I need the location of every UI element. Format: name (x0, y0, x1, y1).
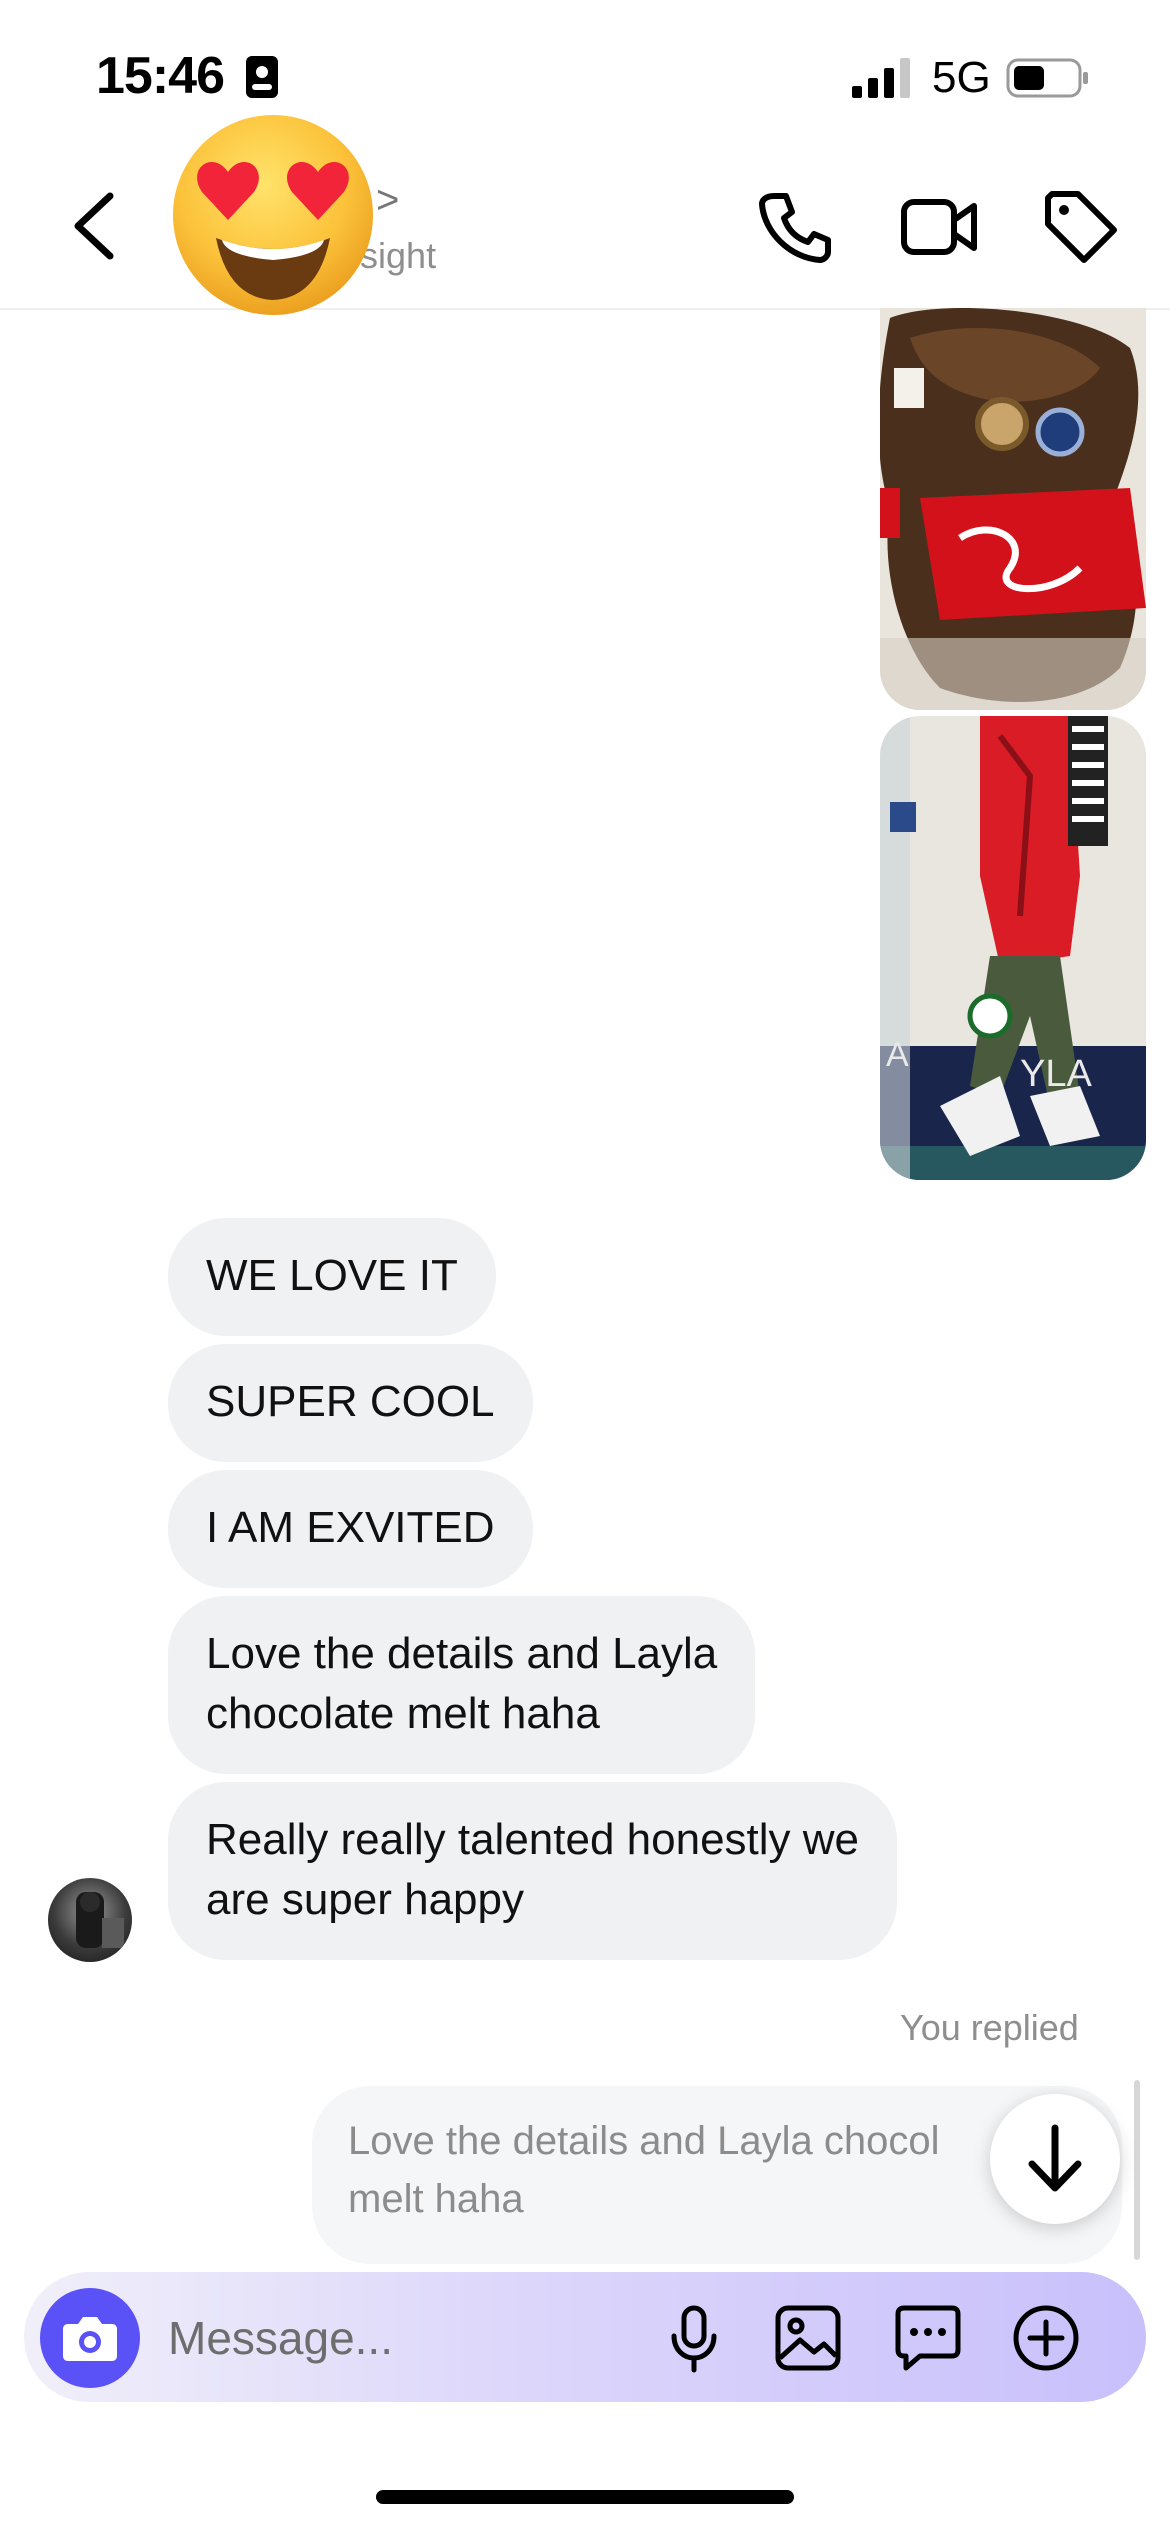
home-indicator[interactable] (376, 2490, 794, 2504)
phone-icon[interactable] (754, 186, 834, 266)
svg-text:YLA: YLA (1020, 1053, 1092, 1095)
camera-button[interactable] (40, 2288, 140, 2388)
sticker-chat-icon[interactable] (892, 2302, 964, 2374)
received-message-1[interactable]: WE LOVE IT (168, 1218, 496, 1336)
artwork-collage-1 (880, 308, 1146, 710)
you-replied-label: You replied (900, 2007, 1079, 2048)
shared-artwork-image-1[interactable] (880, 308, 1146, 710)
tag-icon[interactable] (1040, 186, 1120, 266)
received-message-2[interactable]: SUPER COOL (168, 1344, 533, 1462)
cellular-signal-icon (852, 58, 910, 98)
back-chevron-icon[interactable] (66, 188, 126, 264)
scroll-to-bottom-button[interactable] (990, 2094, 1120, 2224)
id-card-icon (246, 56, 278, 98)
sender-avatar-photo (76, 1892, 124, 1948)
svg-text:A: A (886, 1036, 909, 1074)
message-input[interactable] (168, 2306, 648, 2370)
microphone-icon[interactable] (658, 2302, 730, 2374)
received-message-4[interactable]: Love the details and Layla chocolate mel… (168, 1596, 756, 1774)
image-gallery-icon[interactable] (772, 2302, 844, 2374)
plus-circle-icon[interactable] (1010, 2302, 1082, 2374)
shared-artwork-image-2[interactable]: A YLA (880, 716, 1146, 1180)
status-time: 15:46 (96, 47, 225, 105)
network-type: 5G (932, 53, 991, 102)
battery-icon (1006, 58, 1088, 98)
profile-chevron[interactable]: > (376, 178, 399, 222)
arrow-down-icon (1028, 2124, 1082, 2192)
received-message-3[interactable]: I AM EXVITED (168, 1470, 533, 1588)
video-camera-icon[interactable] (900, 186, 980, 266)
sender-avatar[interactable] (48, 1878, 132, 1962)
scrollbar-thumb[interactable] (1134, 2080, 1140, 2260)
reply-quote-text: Love the details and Layla chocol melt h… (348, 2119, 940, 2221)
heart-eyes-emoji-avatar[interactable] (168, 110, 378, 320)
camera-icon (63, 2317, 117, 2361)
artwork-painting-2: A YLA (880, 716, 1146, 1180)
received-message-5[interactable]: Really really talented honestly we are s… (168, 1782, 898, 1960)
